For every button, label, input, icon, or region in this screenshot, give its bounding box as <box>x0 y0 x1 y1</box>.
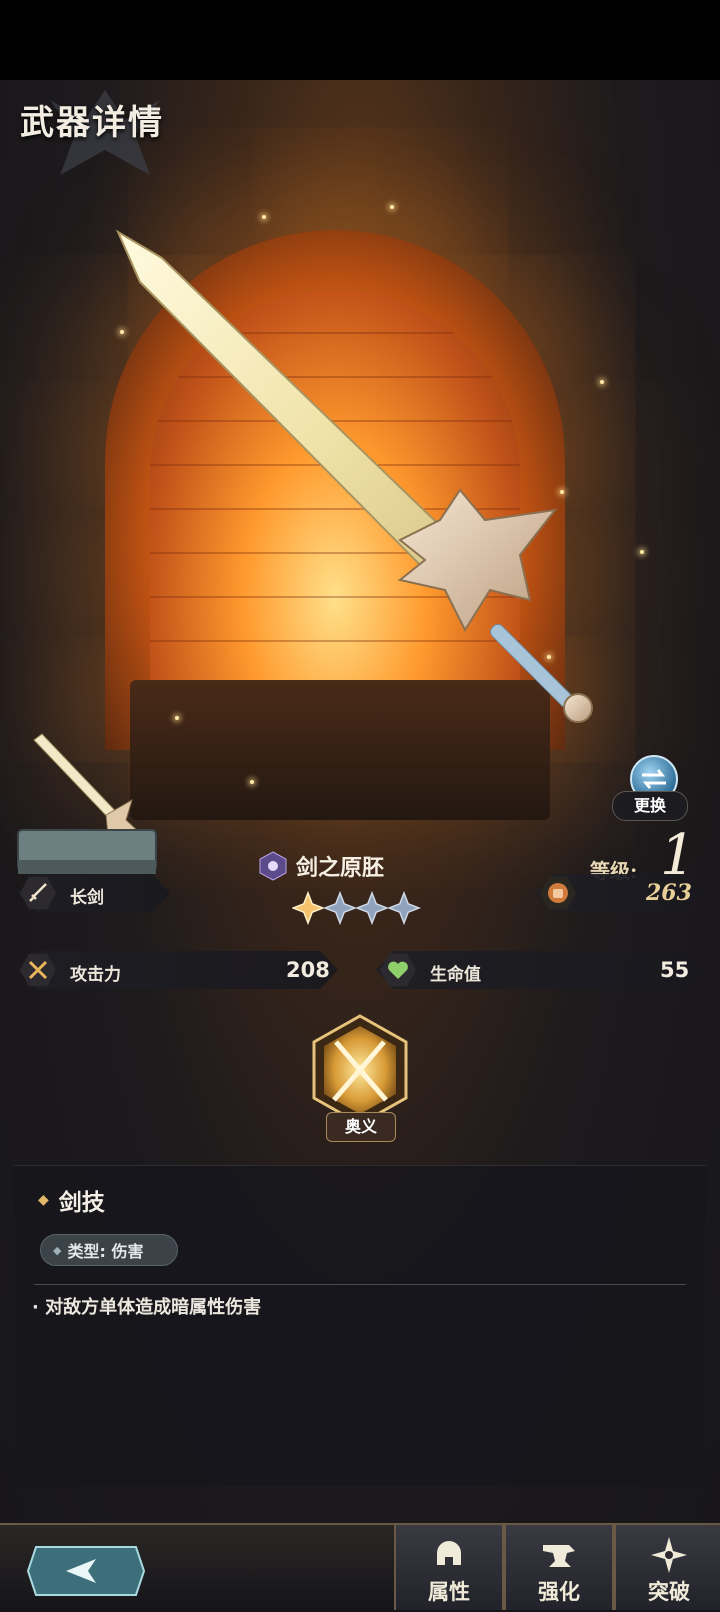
skill-type-label: 类型: 伤害 <box>67 1242 144 1261</box>
exp-value: 263 <box>646 880 692 906</box>
shuriken-icon <box>651 1537 687 1573</box>
tab-enhance[interactable]: 强化 <box>504 1525 614 1610</box>
divider <box>34 1284 686 1285</box>
sword-artwork <box>115 229 593 723</box>
spark <box>640 550 644 554</box>
spark <box>250 780 254 784</box>
diamond-icon: ◆ <box>53 1243 62 1257</box>
weapon-name-row: 剑之原胚 <box>258 848 384 884</box>
skill-description: · 对敌方单体造成暗属性伤害 <box>32 1297 262 1318</box>
skill-panel <box>14 1165 706 1486</box>
skill-title: 剑技 <box>58 1190 105 1216</box>
skill-title-row: ◆ 剑技 <box>38 1183 105 1217</box>
tab-label: 突破 <box>648 1579 690 1604</box>
dark-element-icon <box>259 851 287 881</box>
stat-value-hp: 55 <box>660 958 690 982</box>
tab-label: 属性 <box>428 1579 470 1604</box>
swap-weapon-button[interactable]: 更换 <box>612 755 692 825</box>
ougi-label: 奥义 <box>326 1112 396 1142</box>
star-empty-icon <box>354 890 390 926</box>
weapon-type-label: 长剑 <box>70 888 104 908</box>
tab-label: 强化 <box>538 1579 580 1604</box>
rarity-stars <box>292 890 422 926</box>
swap-label: 更换 <box>612 791 688 821</box>
weapon-name: 剑之原胚 <box>296 855 385 881</box>
weapon-thumbnail[interactable] <box>14 720 164 890</box>
diamond-bullet-icon: ◆ <box>38 1192 49 1208</box>
helmet-icon <box>437 1541 461 1565</box>
spark <box>390 205 394 209</box>
back-button[interactable] <box>26 1545 146 1597</box>
stat-label-attack: 攻击力 <box>70 965 121 985</box>
star-filled-icon <box>292 890 326 926</box>
stat-value-attack: 208 <box>286 958 330 982</box>
star-empty-icon <box>322 890 358 926</box>
tab-breakthrough[interactable]: 突破 <box>614 1525 720 1610</box>
page-title: 武器详情 <box>20 103 164 143</box>
star-empty-icon <box>386 890 422 926</box>
skill-type-badge: ◆ 类型: 伤害 <box>40 1234 178 1266</box>
spark <box>262 215 266 219</box>
stat-label-hp: 生命值 <box>430 965 481 985</box>
tab-attributes[interactable]: 属性 <box>394 1525 504 1610</box>
anvil-icon <box>543 1545 575 1567</box>
status-bar-area <box>0 0 720 80</box>
stat-pill-hp <box>376 951 700 989</box>
